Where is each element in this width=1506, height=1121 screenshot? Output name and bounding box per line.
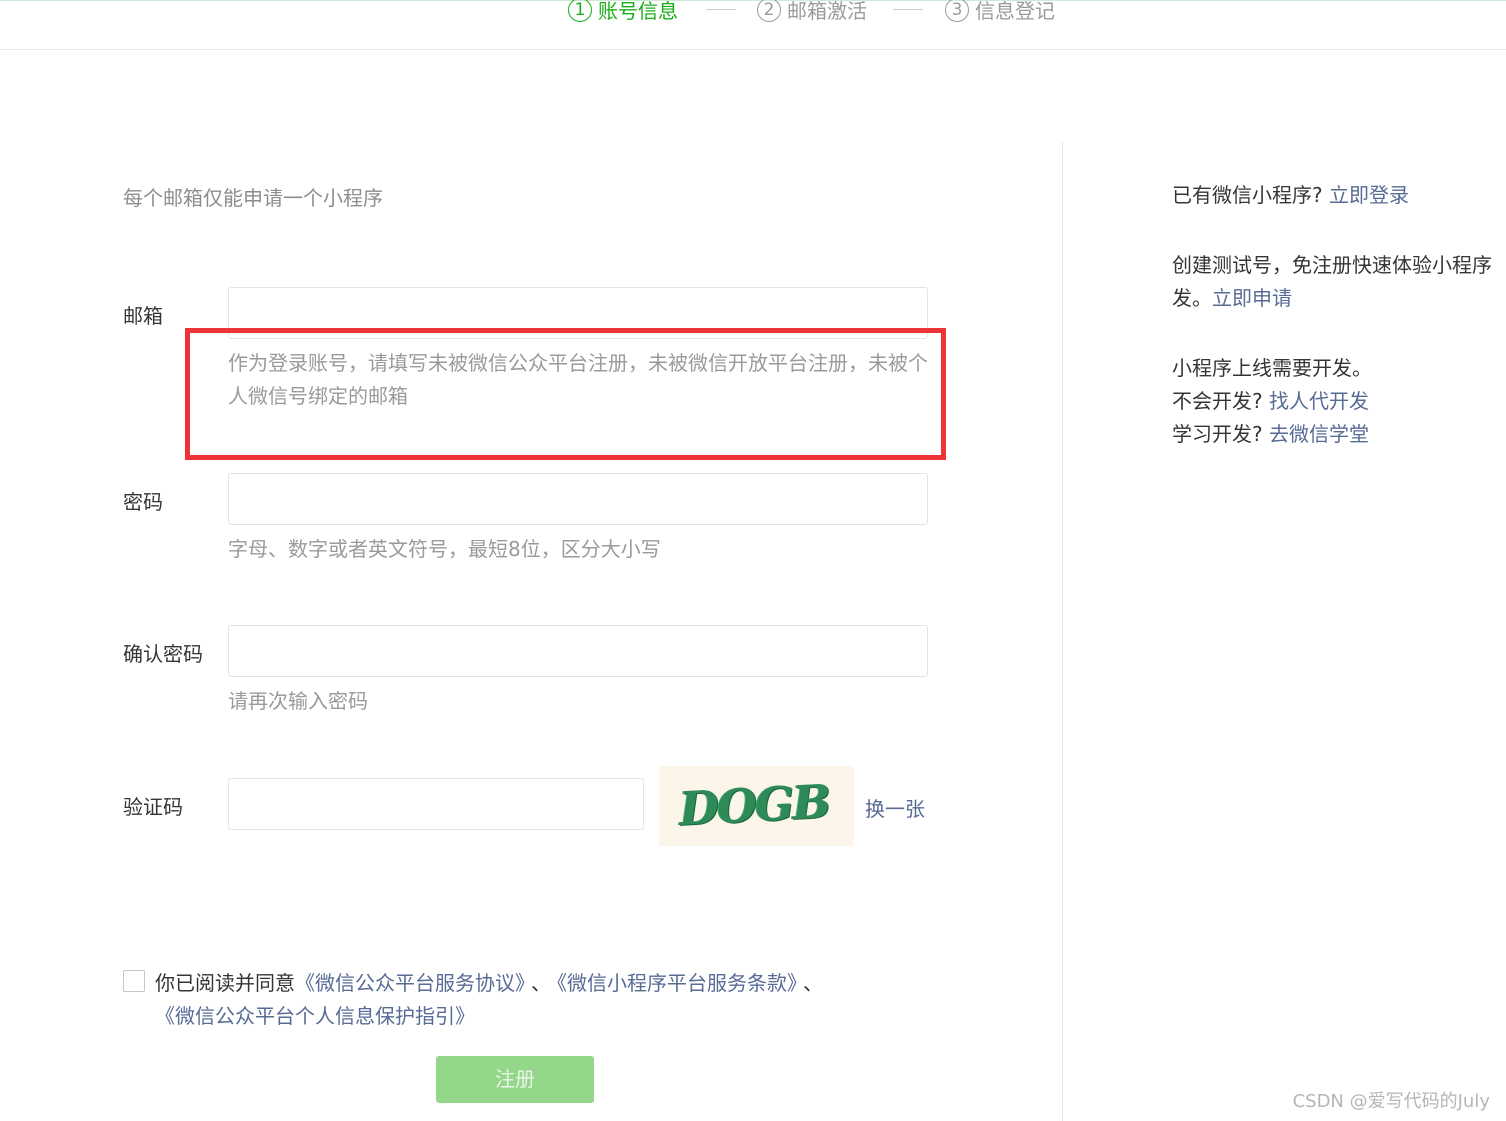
test-account-line-2: 发。立即申请 [1172,282,1292,315]
captcha-field[interactable] [228,778,644,830]
step-info-registration: 3 信息登记 [945,0,1055,24]
step-connector [706,9,736,10]
test-account-line-1: 创建测试号，免注册快速体验小程序 [1172,253,1492,277]
captcha-label: 验证码 [123,795,183,819]
email-label: 邮箱 [123,304,163,328]
login-link[interactable]: 立即登录 [1329,183,1409,207]
confirm-password-hint: 请再次输入密码 [228,689,368,713]
step-email-activation: 2 邮箱激活 [757,0,867,24]
miniprogram-terms-link[interactable]: 《微信小程序平台服务条款》 [557,971,797,995]
agreement-text-line: 你已阅读并同意《微信公众平台服务协议》、《微信小程序平台服务条款》、 [155,967,829,996]
wechat-academy-link[interactable]: 去微信学堂 [1269,422,1369,446]
learn-prompt: 学习开发? [1172,422,1263,446]
step-number: 3 [945,0,969,22]
agreement-separator: 、 [803,971,823,995]
step-label: 邮箱激活 [787,0,867,23]
step-account-info: 1 账号信息 [568,0,678,24]
dev-prompt: 不会开发? [1172,389,1263,413]
password-label: 密码 [123,490,163,514]
captcha-image[interactable]: DOGB [659,766,854,846]
csdn-watermark: CSDN @爱写代码的July [1292,1091,1490,1112]
register-page: 1 账号信息 2 邮箱激活 3 信息登记 每个邮箱仅能申请一个小程序 邮箱 作为… [0,0,1506,1121]
dev-info-line: 小程序上线需要开发。 [1172,356,1372,380]
privacy-guide-link[interactable]: 《微信公众平台个人信息保护指引》 [155,1004,475,1028]
password-field[interactable] [228,473,928,525]
column-divider [1062,142,1063,1121]
password-hint: 字母、数字或者英文符号，最短8位，区分大小写 [228,537,661,561]
step-label: 账号信息 [598,0,678,23]
step-number: 1 [568,0,592,22]
apply-test-account-link[interactable]: 立即申请 [1212,286,1292,310]
step-label: 信息登记 [975,0,1055,23]
annotation-highlight-box [185,328,946,460]
agreement-separator: 、 [531,971,551,995]
service-agreement-link[interactable]: 《微信公众平台服务协议》 [295,971,525,995]
step-number: 2 [757,0,781,22]
agreement-prefix: 你已阅读并同意 [155,971,295,995]
learn-dev-line: 学习开发? 去微信学堂 [1172,418,1369,451]
form-top-tip: 每个邮箱仅能申请一个小程序 [123,186,383,210]
login-prompt: 已有微信小程序? [1172,183,1323,207]
step-connector [893,9,923,10]
confirm-password-field[interactable] [228,625,928,677]
login-prompt-line: 已有微信小程序? 立即登录 [1172,179,1409,212]
test-account-prefix: 发。 [1172,286,1212,310]
register-button[interactable]: 注册 [436,1056,594,1103]
refresh-captcha-link[interactable]: 换一张 [865,793,925,822]
confirm-password-label: 确认密码 [123,642,203,666]
captcha-image-text: DOGB [677,774,831,836]
agreement-text-line: 《微信公众平台个人信息保护指引》 [155,1000,475,1029]
find-developer-link[interactable]: 找人代开发 [1269,389,1369,413]
find-developer-line: 不会开发? 找人代开发 [1172,385,1369,418]
agreement-checkbox[interactable] [123,970,145,992]
step-bar: 1 账号信息 2 邮箱激活 3 信息登记 [0,0,1506,50]
